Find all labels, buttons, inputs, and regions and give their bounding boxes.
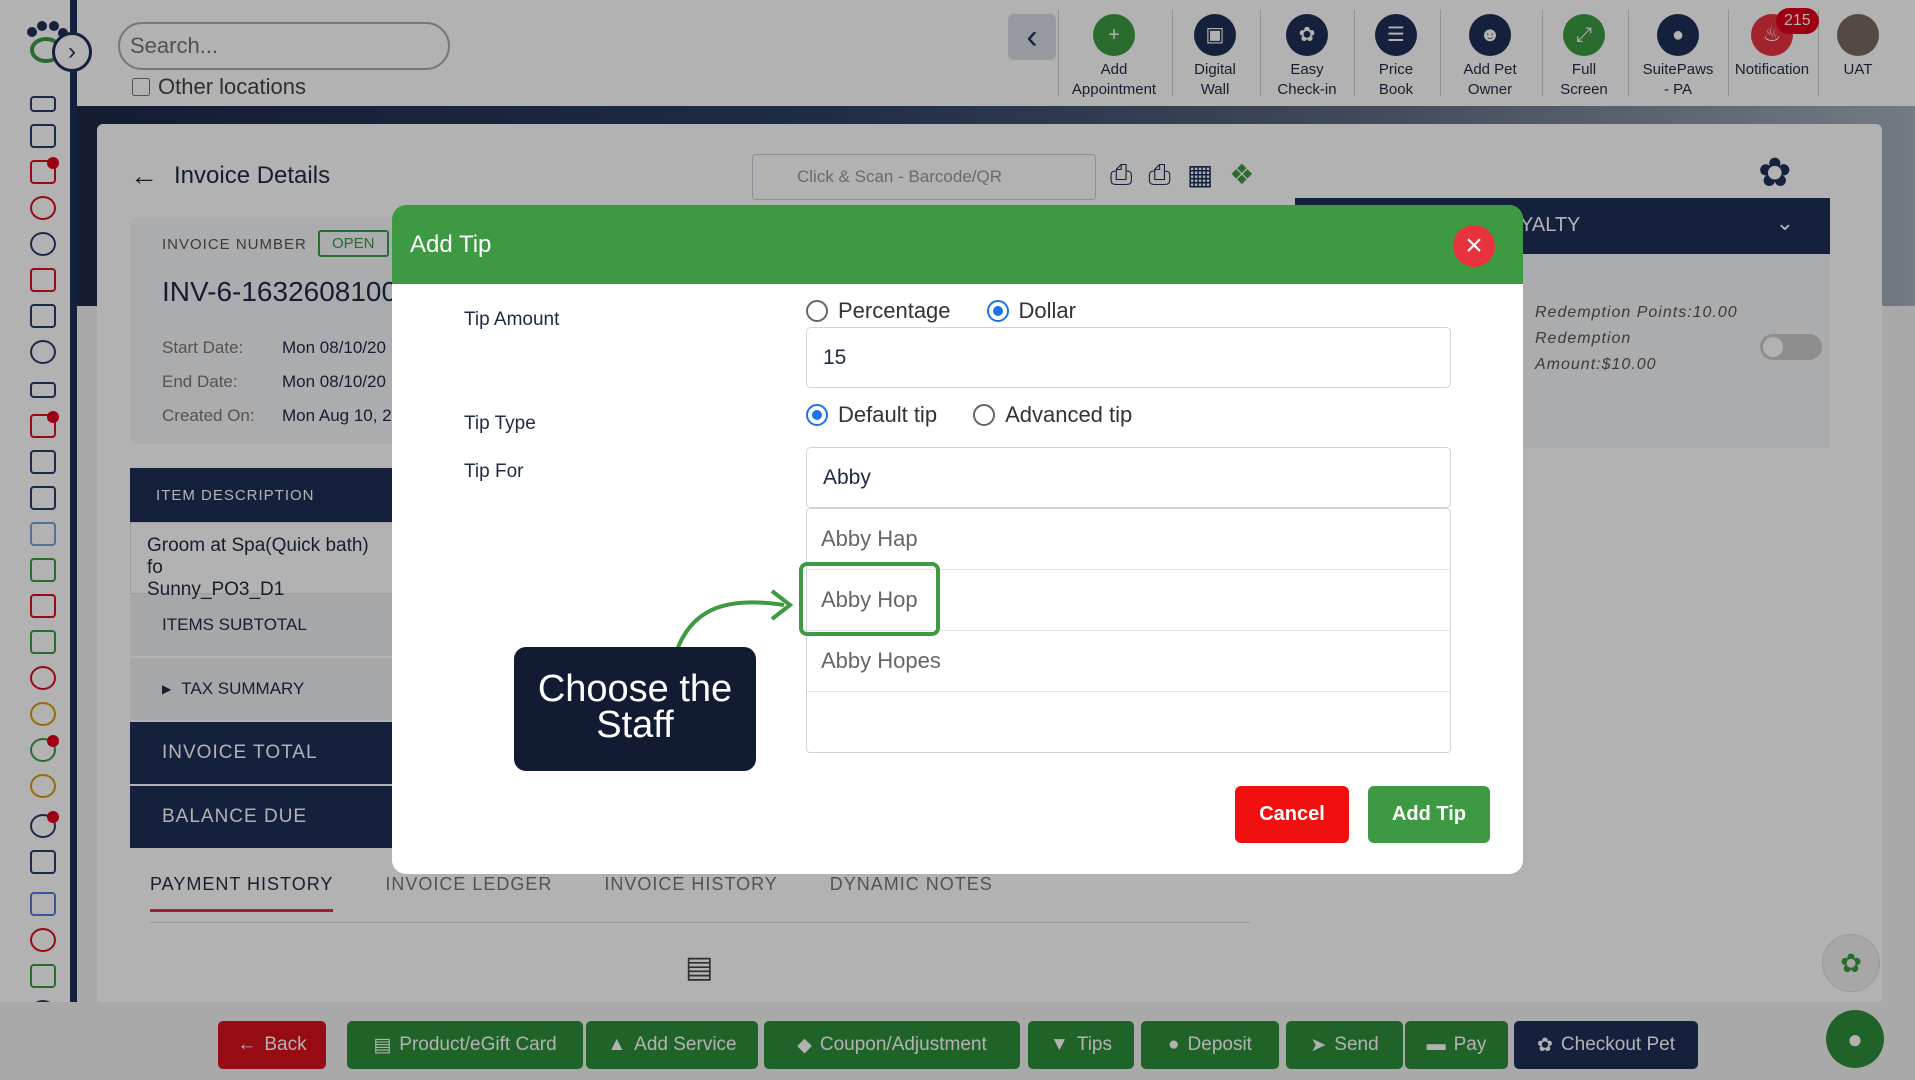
modal-title: Add Tip bbox=[410, 231, 492, 258]
guide-tooltip: Choose the Staff bbox=[514, 647, 756, 771]
add-tip-button[interactable]: Add Tip bbox=[1368, 786, 1490, 843]
dollar-radio[interactable] bbox=[986, 300, 1009, 322]
tip-for-label: Tip For bbox=[464, 461, 524, 482]
advanced-tip-label: Advanced tip bbox=[1005, 402, 1133, 427]
staff-option-empty bbox=[807, 692, 1450, 753]
default-tip-radio[interactable] bbox=[806, 404, 828, 426]
cancel-button[interactable]: Cancel bbox=[1235, 786, 1349, 843]
close-icon: × bbox=[1465, 229, 1483, 262]
tip-type-options: Default tip Advanced tip bbox=[806, 402, 1132, 428]
app-root: › Other locations ‹ +AddAppointment ▣Dig… bbox=[0, 0, 1915, 1080]
modal-header: Add Tip bbox=[392, 205, 1523, 284]
tip-amount-input[interactable]: 15 bbox=[806, 327, 1451, 388]
tip-type-label: Tip Type bbox=[464, 413, 536, 434]
percentage-label: Percentage bbox=[838, 298, 951, 323]
advanced-tip-radio[interactable] bbox=[973, 404, 996, 426]
staff-option[interactable]: Abby Hap bbox=[807, 509, 1450, 570]
default-tip-label: Default tip bbox=[838, 402, 938, 427]
dollar-label: Dollar bbox=[1018, 298, 1076, 323]
add-tip-modal: Add Tip × Tip Amount Percentage Dollar 1… bbox=[392, 205, 1523, 874]
tip-amount-label: Tip Amount bbox=[464, 309, 560, 330]
tip-for-input[interactable]: Abby bbox=[806, 447, 1451, 508]
close-button[interactable]: × bbox=[1453, 225, 1495, 267]
staff-option[interactable]: Abby Hopes bbox=[807, 631, 1450, 692]
percentage-radio[interactable] bbox=[806, 300, 828, 322]
tip-amount-mode: Percentage Dollar bbox=[806, 298, 1076, 324]
